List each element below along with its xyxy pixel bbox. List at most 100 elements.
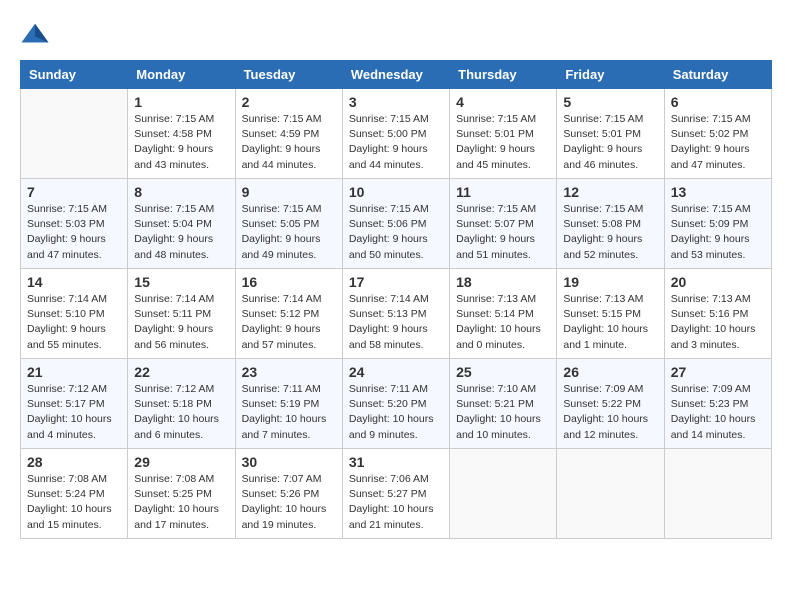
day-cell: 14 Sunrise: 7:14 AM Sunset: 5:10 PM Dayli… (21, 269, 128, 359)
col-header-tuesday: Tuesday (235, 61, 342, 89)
day-number: 24 (349, 364, 443, 380)
day-info: Sunrise: 7:15 AM Sunset: 5:02 PM Dayligh… (671, 112, 765, 173)
day-cell: 24 Sunrise: 7:11 AM Sunset: 5:20 PM Dayli… (342, 359, 449, 449)
day-number: 31 (349, 454, 443, 470)
day-info: Sunrise: 7:15 AM Sunset: 5:05 PM Dayligh… (242, 202, 336, 263)
day-info: Sunrise: 7:15 AM Sunset: 5:00 PM Dayligh… (349, 112, 443, 173)
day-number: 26 (563, 364, 657, 380)
day-info: Sunrise: 7:15 AM Sunset: 5:03 PM Dayligh… (27, 202, 121, 263)
day-cell (557, 449, 664, 539)
day-number: 3 (349, 94, 443, 110)
day-info: Sunrise: 7:14 AM Sunset: 5:11 PM Dayligh… (134, 292, 228, 353)
col-header-sunday: Sunday (21, 61, 128, 89)
day-info: Sunrise: 7:08 AM Sunset: 5:24 PM Dayligh… (27, 472, 121, 533)
day-info: Sunrise: 7:11 AM Sunset: 5:20 PM Dayligh… (349, 382, 443, 443)
week-row-1: 1 Sunrise: 7:15 AM Sunset: 4:58 PM Daylig… (21, 89, 772, 179)
header-row: SundayMondayTuesdayWednesdayThursdayFrid… (21, 61, 772, 89)
day-number: 22 (134, 364, 228, 380)
day-cell (450, 449, 557, 539)
day-number: 14 (27, 274, 121, 290)
day-number: 19 (563, 274, 657, 290)
day-cell: 16 Sunrise: 7:14 AM Sunset: 5:12 PM Dayli… (235, 269, 342, 359)
day-number: 12 (563, 184, 657, 200)
day-cell: 19 Sunrise: 7:13 AM Sunset: 5:15 PM Dayli… (557, 269, 664, 359)
day-cell: 15 Sunrise: 7:14 AM Sunset: 5:11 PM Dayli… (128, 269, 235, 359)
day-number: 10 (349, 184, 443, 200)
day-cell: 18 Sunrise: 7:13 AM Sunset: 5:14 PM Dayli… (450, 269, 557, 359)
day-number: 27 (671, 364, 765, 380)
day-number: 2 (242, 94, 336, 110)
day-number: 18 (456, 274, 550, 290)
day-number: 13 (671, 184, 765, 200)
day-cell: 12 Sunrise: 7:15 AM Sunset: 5:08 PM Dayli… (557, 179, 664, 269)
day-info: Sunrise: 7:12 AM Sunset: 5:17 PM Dayligh… (27, 382, 121, 443)
day-cell: 22 Sunrise: 7:12 AM Sunset: 5:18 PM Dayli… (128, 359, 235, 449)
day-number: 16 (242, 274, 336, 290)
day-number: 20 (671, 274, 765, 290)
day-info: Sunrise: 7:09 AM Sunset: 5:22 PM Dayligh… (563, 382, 657, 443)
col-header-friday: Friday (557, 61, 664, 89)
page-header (20, 20, 772, 50)
day-number: 29 (134, 454, 228, 470)
week-row-3: 14 Sunrise: 7:14 AM Sunset: 5:10 PM Dayli… (21, 269, 772, 359)
calendar-table: SundayMondayTuesdayWednesdayThursdayFrid… (20, 60, 772, 539)
day-number: 23 (242, 364, 336, 380)
day-cell: 4 Sunrise: 7:15 AM Sunset: 5:01 PM Daylig… (450, 89, 557, 179)
day-cell: 3 Sunrise: 7:15 AM Sunset: 5:00 PM Daylig… (342, 89, 449, 179)
col-header-wednesday: Wednesday (342, 61, 449, 89)
day-number: 1 (134, 94, 228, 110)
day-info: Sunrise: 7:14 AM Sunset: 5:10 PM Dayligh… (27, 292, 121, 353)
day-cell: 17 Sunrise: 7:14 AM Sunset: 5:13 PM Dayli… (342, 269, 449, 359)
day-info: Sunrise: 7:07 AM Sunset: 5:26 PM Dayligh… (242, 472, 336, 533)
day-cell (664, 449, 771, 539)
day-cell: 25Sunrise: 7:10 AM Sunset: 5:21 PM Dayli… (450, 359, 557, 449)
day-cell: 31Sunrise: 7:06 AM Sunset: 5:27 PM Dayli… (342, 449, 449, 539)
day-cell: 2Sunrise: 7:15 AM Sunset: 4:59 PM Daylig… (235, 89, 342, 179)
day-number: 8 (134, 184, 228, 200)
day-cell: 23 Sunrise: 7:11 AM Sunset: 5:19 PM Dayli… (235, 359, 342, 449)
day-info: Sunrise: 7:15 AM Sunset: 5:04 PM Dayligh… (134, 202, 228, 263)
day-cell: 7Sunrise: 7:15 AM Sunset: 5:03 PM Daylig… (21, 179, 128, 269)
day-number: 17 (349, 274, 443, 290)
week-row-2: 7Sunrise: 7:15 AM Sunset: 5:03 PM Daylig… (21, 179, 772, 269)
day-info: Sunrise: 7:13 AM Sunset: 5:15 PM Dayligh… (563, 292, 657, 353)
logo (20, 20, 54, 50)
week-row-5: 28 Sunrise: 7:08 AM Sunset: 5:24 PM Dayli… (21, 449, 772, 539)
day-info: Sunrise: 7:14 AM Sunset: 5:13 PM Dayligh… (349, 292, 443, 353)
day-cell: 9 Sunrise: 7:15 AM Sunset: 5:05 PM Daylig… (235, 179, 342, 269)
day-number: 21 (27, 364, 121, 380)
day-info: Sunrise: 7:15 AM Sunset: 5:07 PM Dayligh… (456, 202, 550, 263)
day-number: 5 (563, 94, 657, 110)
day-info: Sunrise: 7:08 AM Sunset: 5:25 PM Dayligh… (134, 472, 228, 533)
day-info: Sunrise: 7:11 AM Sunset: 5:19 PM Dayligh… (242, 382, 336, 443)
day-cell: 1 Sunrise: 7:15 AM Sunset: 4:58 PM Daylig… (128, 89, 235, 179)
logo-icon (20, 20, 50, 50)
day-cell: 30Sunrise: 7:07 AM Sunset: 5:26 PM Dayli… (235, 449, 342, 539)
day-cell: 21 Sunrise: 7:12 AM Sunset: 5:17 PM Dayli… (21, 359, 128, 449)
col-header-monday: Monday (128, 61, 235, 89)
day-info: Sunrise: 7:13 AM Sunset: 5:16 PM Dayligh… (671, 292, 765, 353)
day-info: Sunrise: 7:13 AM Sunset: 5:14 PM Dayligh… (456, 292, 550, 353)
day-cell: 26 Sunrise: 7:09 AM Sunset: 5:22 PM Dayli… (557, 359, 664, 449)
day-info: Sunrise: 7:14 AM Sunset: 5:12 PM Dayligh… (242, 292, 336, 353)
day-cell (21, 89, 128, 179)
day-cell: 8 Sunrise: 7:15 AM Sunset: 5:04 PM Daylig… (128, 179, 235, 269)
day-cell: 20 Sunrise: 7:13 AM Sunset: 5:16 PM Dayli… (664, 269, 771, 359)
day-info: Sunrise: 7:12 AM Sunset: 5:18 PM Dayligh… (134, 382, 228, 443)
day-info: Sunrise: 7:15 AM Sunset: 5:01 PM Dayligh… (456, 112, 550, 173)
day-cell: 6 Sunrise: 7:15 AM Sunset: 5:02 PM Daylig… (664, 89, 771, 179)
day-info: Sunrise: 7:15 AM Sunset: 5:06 PM Dayligh… (349, 202, 443, 263)
day-cell: 5Sunrise: 7:15 AM Sunset: 5:01 PM Daylig… (557, 89, 664, 179)
day-info: Sunrise: 7:09 AM Sunset: 5:23 PM Dayligh… (671, 382, 765, 443)
day-number: 4 (456, 94, 550, 110)
day-number: 6 (671, 94, 765, 110)
day-info: Sunrise: 7:10 AM Sunset: 5:21 PM Dayligh… (456, 382, 550, 443)
day-info: Sunrise: 7:15 AM Sunset: 4:58 PM Dayligh… (134, 112, 228, 173)
day-cell: 11Sunrise: 7:15 AM Sunset: 5:07 PM Dayli… (450, 179, 557, 269)
day-number: 28 (27, 454, 121, 470)
day-cell: 10 Sunrise: 7:15 AM Sunset: 5:06 PM Dayli… (342, 179, 449, 269)
day-number: 15 (134, 274, 228, 290)
day-info: Sunrise: 7:15 AM Sunset: 5:08 PM Dayligh… (563, 202, 657, 263)
day-info: Sunrise: 7:15 AM Sunset: 5:09 PM Dayligh… (671, 202, 765, 263)
day-number: 9 (242, 184, 336, 200)
